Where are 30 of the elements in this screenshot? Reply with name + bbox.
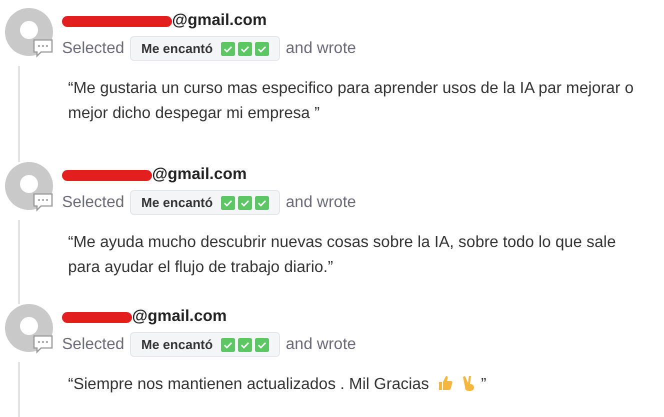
check-mark-icon xyxy=(254,196,269,210)
selected-label: Selected xyxy=(62,336,124,354)
check-mark-icon xyxy=(238,196,252,210)
comment-icon xyxy=(32,192,54,212)
email-address: @gmail.com xyxy=(172,12,267,30)
closing-quote: ” xyxy=(481,376,486,393)
reaction-badge: Me encantó xyxy=(130,190,280,215)
email-address: @gmail.com xyxy=(132,308,227,326)
email-address: @gmail.com xyxy=(152,166,247,184)
check-mark-icon xyxy=(238,338,252,352)
comment-text: “Siempre nos mantienen actualizados . Mil Gracias xyxy=(68,376,430,393)
selected-label: Selected xyxy=(62,194,124,212)
reaction-badge: Me encantó xyxy=(130,36,280,61)
check-mark-icon xyxy=(220,42,235,56)
check-mark-icon xyxy=(238,42,252,56)
wrote-label: and wrote xyxy=(286,336,356,354)
check-mark-icon xyxy=(254,338,269,352)
selected-label: Selected xyxy=(62,40,124,58)
comment-icon xyxy=(32,38,54,58)
check-mark-icon xyxy=(220,196,235,210)
check-mark-icon xyxy=(254,42,269,56)
thumbs-up-icon xyxy=(437,375,454,391)
comment-text: “Me ayuda mucho descubrir nuevas cosas sobre la IA, sobre todo lo que sale para ayudar el flujo de trabajo diario.” xyxy=(68,234,616,276)
reaction-badge: Me encantó xyxy=(130,332,280,357)
wrote-label: and wrote xyxy=(286,40,356,58)
comment-text: “Me gustaria un curso mas especifico para aprender usos de la IA par mejorar o mejor dicho despegar mi empresa ” xyxy=(68,80,634,122)
wrote-label: and wrote xyxy=(286,194,356,212)
redaction-mark xyxy=(62,312,132,322)
comment-icon xyxy=(32,334,54,354)
check-mark-icon xyxy=(220,338,235,352)
